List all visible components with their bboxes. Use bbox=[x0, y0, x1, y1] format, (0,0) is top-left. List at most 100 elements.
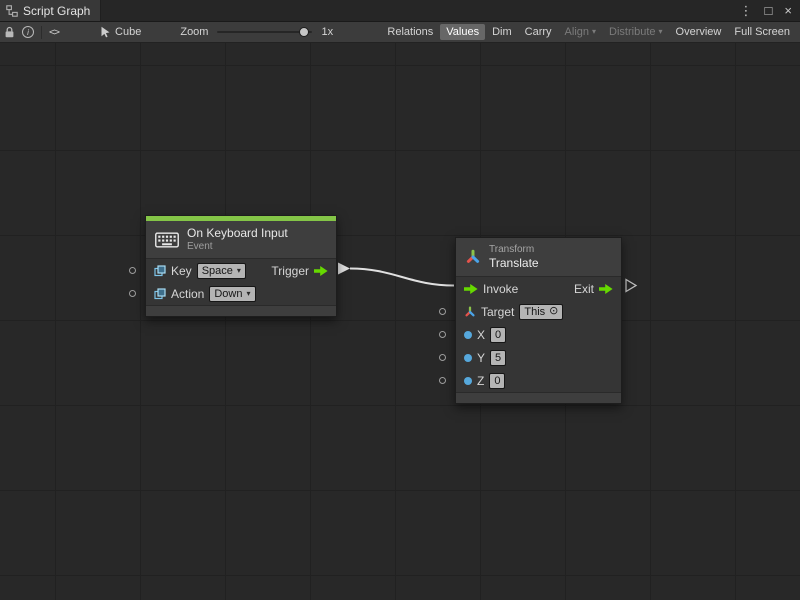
transform-icon bbox=[465, 249, 481, 265]
trigger-connection-point[interactable] bbox=[338, 263, 350, 275]
x-row: X 0 bbox=[456, 323, 621, 346]
zoom-slider[interactable] bbox=[217, 27, 312, 37]
button-label: Distribute bbox=[609, 26, 655, 38]
keyboard-icon bbox=[155, 232, 179, 248]
align-button[interactable]: Align ▾ bbox=[559, 24, 602, 40]
maximize-icon[interactable]: □ bbox=[765, 4, 773, 17]
key-dropdown-value: Space bbox=[202, 265, 233, 277]
action-type-icon bbox=[154, 288, 166, 300]
y-row: Y 5 bbox=[456, 346, 621, 369]
key-label: Key bbox=[171, 264, 192, 278]
float-type-icon bbox=[464, 331, 472, 339]
x-value-field[interactable]: 0 bbox=[490, 327, 506, 343]
script-graph-window: Script Graph ⋮ □ × i <> Cube Zoom bbox=[0, 0, 800, 600]
exit-output-port[interactable] bbox=[599, 284, 613, 294]
node-footer bbox=[146, 305, 336, 316]
action-dropdown[interactable]: Down ▾ bbox=[209, 286, 255, 302]
button-label: Align bbox=[565, 26, 589, 38]
menu-icon[interactable]: ⋮ bbox=[740, 4, 753, 17]
tab-script-graph[interactable]: Script Graph bbox=[0, 0, 101, 21]
info-glyph: i bbox=[27, 28, 29, 37]
values-button[interactable]: Values bbox=[440, 24, 485, 40]
node-on-keyboard-input[interactable]: On Keyboard Input Event Key Space ▾ bbox=[145, 215, 337, 317]
key-row: Key Space ▾ Trigger bbox=[146, 259, 336, 282]
action-label: Action bbox=[171, 287, 204, 301]
code-view-icon[interactable]: <> bbox=[49, 27, 59, 38]
dropdown-arrow-icon: ▾ bbox=[659, 28, 663, 36]
dropdown-arrow-icon: ▾ bbox=[246, 290, 250, 298]
invoke-row: Invoke Exit bbox=[456, 277, 621, 300]
zoom-slider-track bbox=[217, 31, 312, 33]
carry-button[interactable]: Carry bbox=[519, 24, 558, 40]
scene-ref-icon: ⊙ bbox=[549, 306, 558, 317]
toolbar-separator bbox=[41, 26, 42, 39]
y-input-port[interactable] bbox=[439, 354, 446, 361]
action-row: Action Down ▾ bbox=[146, 282, 336, 305]
x-input-port[interactable] bbox=[439, 331, 446, 338]
key-dropdown[interactable]: Space ▾ bbox=[197, 263, 246, 279]
invoke-input-port[interactable] bbox=[464, 284, 478, 294]
button-label: Full Screen bbox=[734, 26, 790, 38]
z-input-port[interactable] bbox=[439, 377, 446, 384]
float-type-icon bbox=[464, 354, 472, 362]
close-icon[interactable]: × bbox=[784, 4, 792, 17]
button-label: Values bbox=[446, 26, 479, 38]
y-label: Y bbox=[477, 351, 485, 365]
connection-wire[interactable] bbox=[350, 269, 454, 286]
transform-type-icon bbox=[464, 306, 476, 318]
z-row: Z 0 bbox=[456, 369, 621, 392]
zoom-slider-handle[interactable] bbox=[299, 27, 309, 37]
button-label: Carry bbox=[525, 26, 552, 38]
target-object-value: This bbox=[524, 306, 545, 318]
relations-button[interactable]: Relations bbox=[381, 24, 439, 40]
trigger-label: Trigger bbox=[271, 264, 309, 278]
overview-button[interactable]: Overview bbox=[670, 24, 728, 40]
info-icon[interactable]: i bbox=[22, 26, 34, 38]
button-label: Dim bbox=[492, 26, 512, 38]
float-type-icon bbox=[464, 377, 472, 385]
script-graph-icon bbox=[6, 5, 18, 17]
distribute-button[interactable]: Distribute ▾ bbox=[603, 24, 668, 40]
node-footer bbox=[456, 392, 621, 403]
node-title: Translate bbox=[489, 256, 539, 270]
keycode-type-icon bbox=[154, 265, 166, 277]
z-value-field[interactable]: 0 bbox=[489, 373, 505, 389]
node-header[interactable]: Transform Translate bbox=[456, 238, 621, 277]
node-title: On Keyboard Input bbox=[187, 227, 288, 240]
wire-layer bbox=[0, 43, 800, 600]
zoom-value: 1x bbox=[321, 26, 333, 38]
exit-label: Exit bbox=[574, 282, 594, 296]
dim-button[interactable]: Dim bbox=[486, 24, 518, 40]
tab-title: Script Graph bbox=[23, 4, 90, 18]
toolbar-button-group: Relations Values Dim Carry Align ▾ Distr… bbox=[381, 24, 796, 40]
dropdown-arrow-icon: ▾ bbox=[237, 267, 241, 275]
window-controls: ⋮ □ × bbox=[740, 0, 800, 21]
tab-bar: Script Graph ⋮ □ × bbox=[0, 0, 800, 22]
button-label: Relations bbox=[387, 26, 433, 38]
lock-icon[interactable] bbox=[4, 26, 15, 39]
action-dropdown-value: Down bbox=[214, 288, 242, 300]
key-input-port[interactable] bbox=[129, 267, 136, 274]
exit-connection-point[interactable] bbox=[626, 280, 636, 292]
node-header[interactable]: On Keyboard Input Event bbox=[146, 221, 336, 259]
target-object-label: Cube bbox=[115, 26, 141, 38]
node-transform-translate[interactable]: Transform Translate Invoke Exit bbox=[455, 237, 622, 404]
zoom-label: Zoom bbox=[180, 26, 208, 38]
cursor-icon bbox=[100, 26, 111, 38]
fullscreen-button[interactable]: Full Screen bbox=[728, 24, 796, 40]
z-label: Z bbox=[477, 374, 484, 388]
node-subtitle: Event bbox=[187, 241, 288, 252]
trigger-output-port[interactable] bbox=[314, 266, 328, 276]
y-value-field[interactable]: 5 bbox=[490, 350, 506, 366]
graph-canvas[interactable]: On Keyboard Input Event Key Space ▾ bbox=[0, 43, 800, 600]
node-body: Invoke Exit Target This ⊙ bbox=[456, 277, 621, 392]
action-input-port[interactable] bbox=[129, 290, 136, 297]
button-label: Overview bbox=[676, 26, 722, 38]
node-body: Key Space ▾ Trigger Action bbox=[146, 259, 336, 305]
graph-target[interactable]: Cube bbox=[100, 26, 141, 38]
target-object-field[interactable]: This ⊙ bbox=[519, 304, 563, 320]
target-input-port[interactable] bbox=[439, 308, 446, 315]
node-category: Transform bbox=[489, 244, 539, 255]
dropdown-arrow-icon: ▾ bbox=[592, 28, 596, 36]
target-row: Target This ⊙ bbox=[456, 300, 621, 323]
